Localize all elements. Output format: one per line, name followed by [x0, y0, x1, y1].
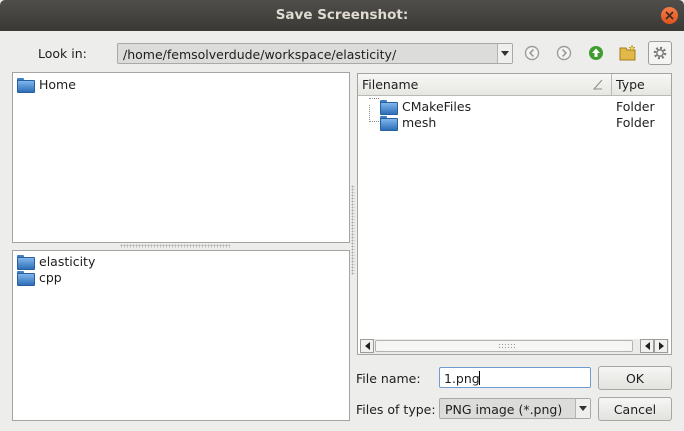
look-in-label: Look in: [38, 46, 87, 61]
sidebar-item-label: elasticity [39, 253, 96, 269]
file-name-label: File name: [356, 371, 421, 386]
sidebar-item-cpp[interactable]: cpp [17, 269, 62, 286]
new-folder-button[interactable] [617, 42, 639, 64]
file-type-label: Files of type: [356, 402, 436, 417]
tree-line [369, 105, 379, 122]
file-type-dropdown-arrow[interactable] [575, 399, 590, 418]
chevron-left-icon [644, 342, 650, 350]
back-icon [524, 45, 540, 61]
new-folder-icon [619, 44, 636, 61]
folder-icon [380, 99, 398, 115]
forward-button[interactable] [553, 42, 575, 64]
table-row[interactable]: mesh Folder [380, 114, 670, 131]
column-header-type[interactable]: Type [612, 74, 671, 96]
table-row[interactable]: CMakeFiles Folder [380, 98, 670, 115]
chevron-down-icon [501, 51, 509, 56]
folder-icon [380, 115, 398, 131]
file-type-value: PNG image (*.png) [445, 402, 563, 417]
up-icon [589, 46, 603, 60]
forward-icon [556, 45, 572, 61]
title-bar: Save Screenshot: [0, 0, 684, 31]
folder-icon [17, 77, 35, 93]
close-button[interactable] [661, 7, 678, 24]
scrollbar-thumb[interactable] [375, 340, 633, 352]
look-in-combo[interactable]: /home/femsolverdude/workspace/elasticity… [117, 43, 513, 64]
scroll-right-button[interactable] [654, 339, 668, 353]
up-button[interactable] [585, 42, 607, 64]
file-type-combo[interactable]: PNG image (*.png) [439, 398, 591, 419]
ok-button[interactable]: OK [598, 366, 672, 390]
file-name-input[interactable]: 1.png [439, 367, 591, 388]
gear-icon [653, 46, 667, 60]
scroll-left-button[interactable] [360, 339, 374, 353]
sidebar-item-label: cpp [39, 269, 62, 285]
file-name-value: 1.png [444, 371, 480, 386]
dialog-title: Save Screenshot: [275, 7, 409, 23]
column-header-label: Filename [362, 77, 419, 92]
text-caret [479, 371, 480, 385]
scroll-left-button-2[interactable] [640, 339, 654, 353]
places-panel: Home [12, 72, 350, 243]
file-type: Folder [616, 98, 655, 114]
look-in-dropdown-arrow[interactable] [497, 44, 512, 63]
save-dialog: Save Screenshot: Look in: /home/femsolve… [0, 0, 684, 431]
sidebar-item-label: Home [39, 76, 76, 92]
sort-indicator-icon [593, 79, 603, 90]
cancel-button[interactable]: Cancel [598, 397, 672, 421]
folder-icon [17, 270, 35, 286]
file-name: mesh [402, 114, 437, 130]
chevron-down-icon [579, 406, 587, 411]
back-button[interactable] [521, 42, 543, 64]
close-icon [665, 11, 674, 20]
chevron-left-icon [364, 342, 370, 350]
recent-panel: elasticity cpp [12, 250, 350, 421]
look-in-path: /home/femsolverdude/workspace/elasticity… [123, 47, 397, 62]
splitter-handle[interactable] [120, 244, 230, 248]
file-name: CMakeFiles [402, 98, 472, 114]
scrollbar-grip [498, 343, 516, 350]
column-header-label: Type [616, 77, 645, 92]
chevron-right-icon [658, 342, 664, 350]
folder-icon [17, 254, 35, 270]
tree-line [369, 98, 379, 99]
file-type: Folder [616, 114, 655, 130]
sidebar-item-home[interactable]: Home [17, 76, 76, 93]
file-list: Filename Type CMakeFiles Folder mesh Fol… [357, 73, 672, 355]
column-header-filename[interactable]: Filename [358, 74, 612, 96]
options-button[interactable] [648, 41, 672, 65]
vertical-splitter-handle[interactable] [351, 185, 355, 275]
horizontal-scrollbar[interactable] [360, 339, 669, 354]
sidebar-item-elasticity[interactable]: elasticity [17, 253, 96, 270]
